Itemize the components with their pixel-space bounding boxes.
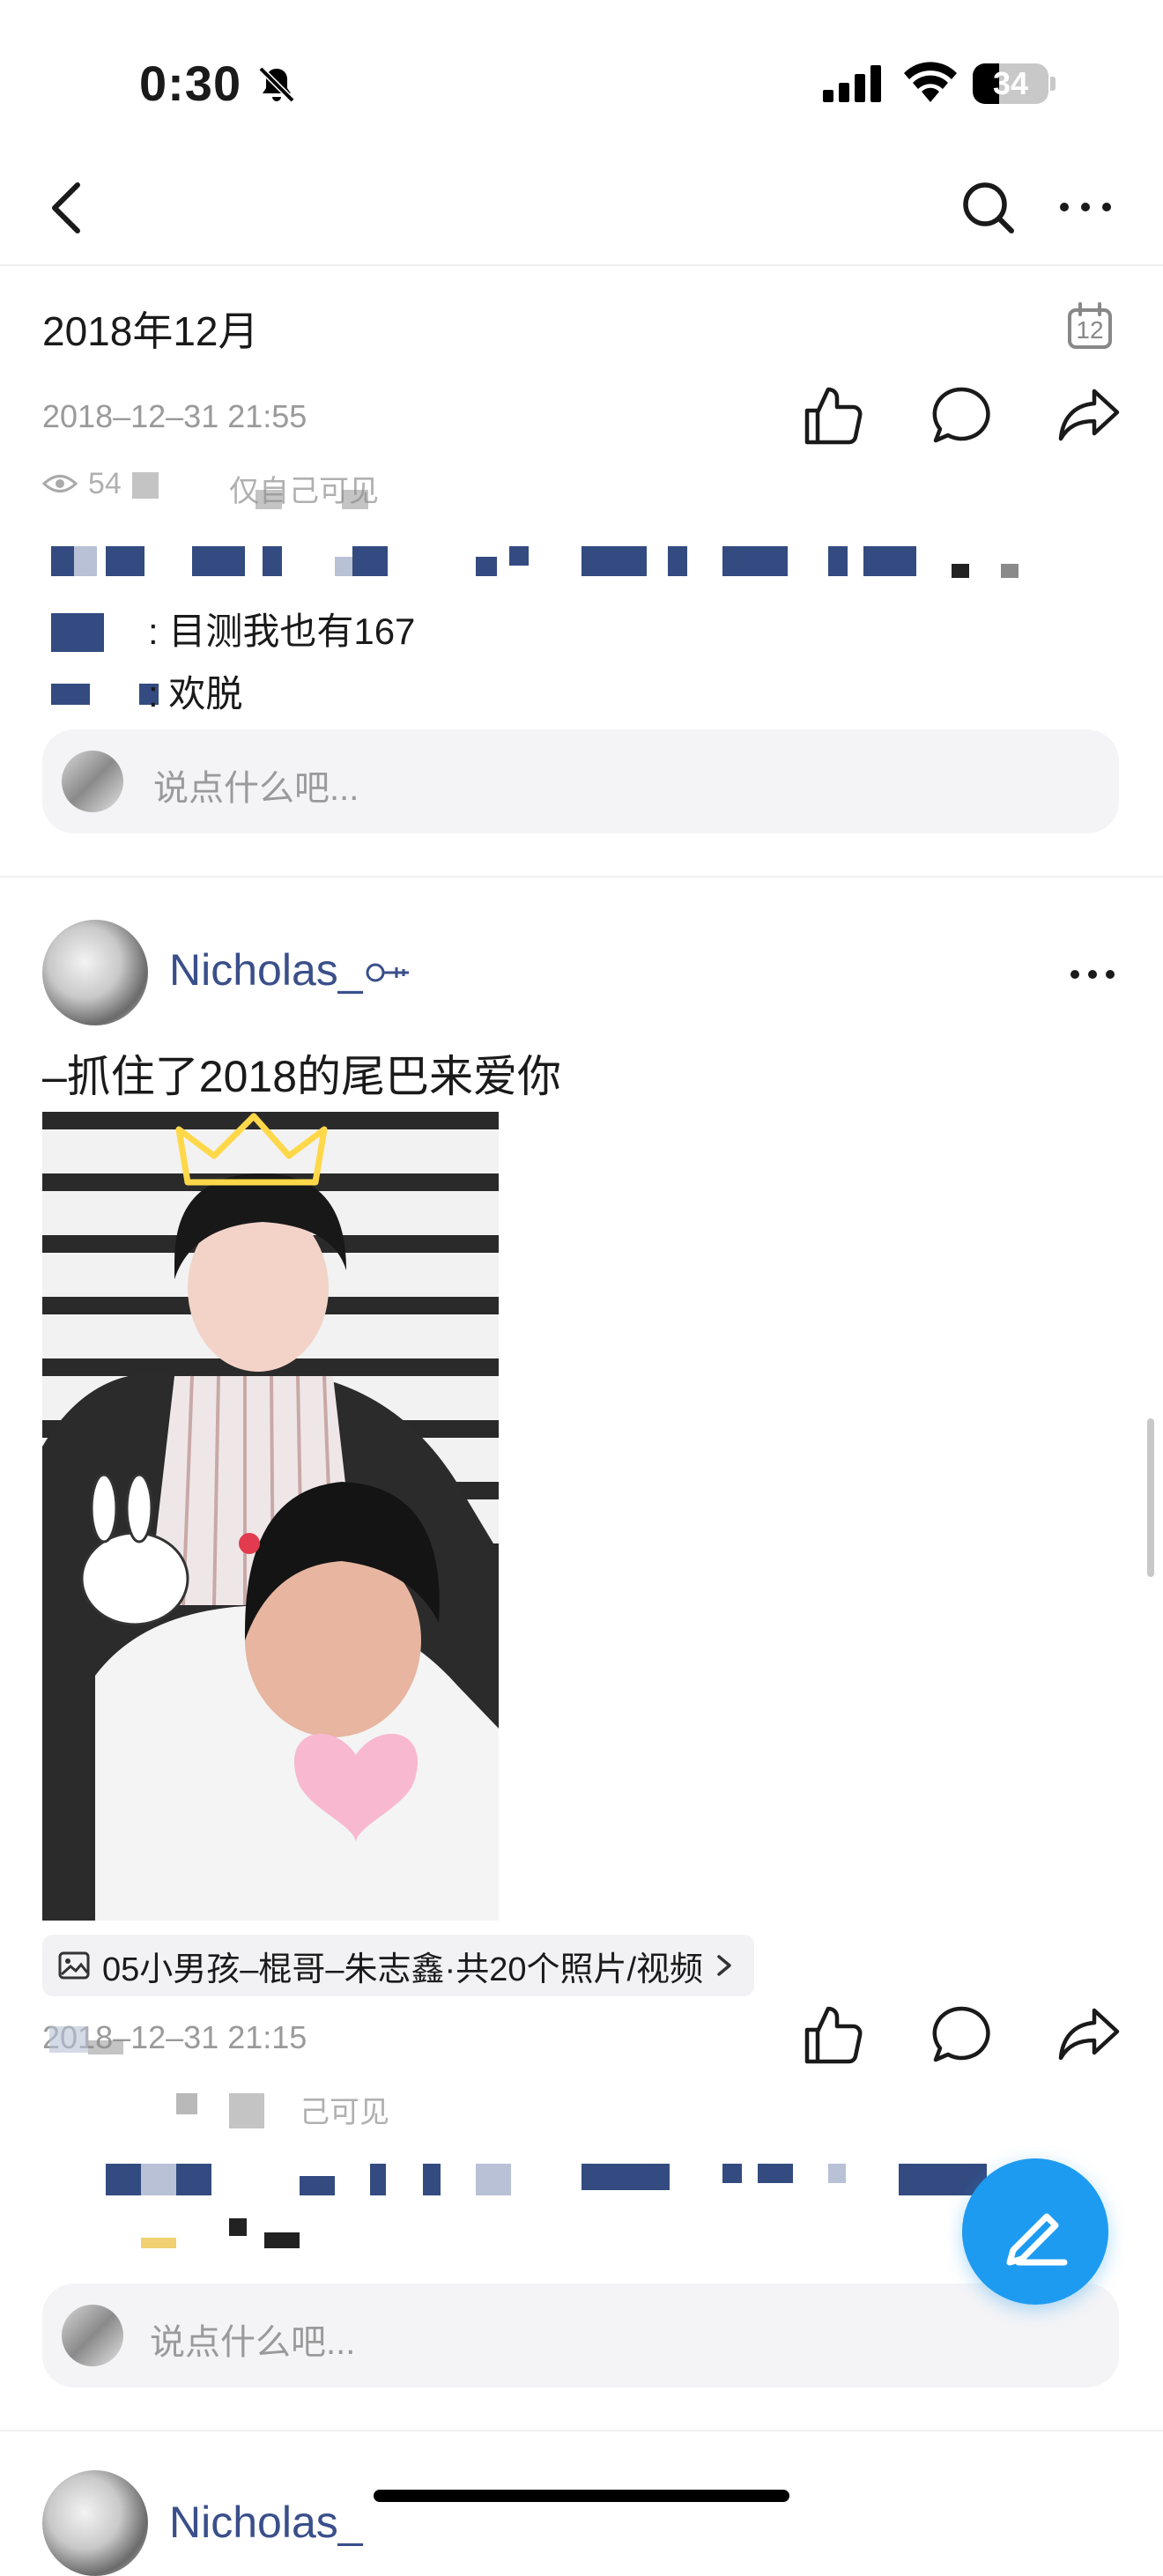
bell-muted-icon bbox=[258, 66, 295, 103]
avatar[interactable] bbox=[42, 920, 148, 1025]
chevron-right-icon bbox=[717, 1955, 731, 1976]
photo-illustration bbox=[42, 1113, 499, 1921]
visibility-label: 己可见 bbox=[300, 2096, 389, 2129]
status-time: 0:30 bbox=[139, 56, 242, 111]
like-button[interactable] bbox=[798, 381, 869, 451]
post-photo[interactable] bbox=[42, 1112, 499, 1921]
nav-divider bbox=[0, 264, 1163, 266]
signal-icon bbox=[823, 65, 881, 102]
post-timestamp: 2018–12–31 21:55 bbox=[42, 398, 307, 434]
views-count: 54 bbox=[88, 467, 122, 500]
eye-icon bbox=[42, 475, 78, 492]
post-more-button[interactable] bbox=[1068, 964, 1117, 985]
comment-button[interactable] bbox=[927, 381, 997, 451]
scrollbar[interactable] bbox=[1147, 1418, 1154, 1577]
compose-button[interactable] bbox=[962, 2158, 1108, 2305]
post-divider bbox=[0, 876, 1163, 877]
avatar bbox=[62, 751, 123, 812]
calendar-button[interactable]: 12 bbox=[1066, 301, 1114, 351]
share-button[interactable] bbox=[1054, 381, 1124, 451]
home-indicator[interactable] bbox=[374, 2490, 789, 2502]
battery-icon: 34 bbox=[973, 63, 1056, 104]
calendar-day: 12 bbox=[1076, 316, 1104, 344]
post-divider bbox=[0, 2430, 1163, 2432]
badge-icon bbox=[366, 963, 409, 982]
comment-input[interactable]: 说点什么吧... bbox=[42, 729, 1119, 833]
post-text: –抓住了2018的尾巴来爱你 bbox=[42, 1052, 562, 1101]
comment-text: : 目测我也有167 bbox=[148, 611, 416, 652]
avatar bbox=[62, 2305, 123, 2366]
avatar[interactable] bbox=[42, 2470, 148, 2576]
pencil-icon bbox=[1006, 2213, 1068, 2266]
comment-button[interactable] bbox=[927, 2000, 997, 2070]
username[interactable]: Nicholas_ bbox=[169, 2497, 363, 2548]
comment-input[interactable]: 说点什么吧... bbox=[42, 2284, 1119, 2387]
image-icon bbox=[58, 1951, 90, 1980]
comment-placeholder: 说点什么吧... bbox=[150, 2323, 356, 2362]
album-label: 05小男孩–棍哥–朱志鑫·共20个照片/视频 bbox=[102, 1951, 704, 1988]
comment-text: : 欢脱 bbox=[148, 673, 243, 714]
search-button[interactable] bbox=[960, 176, 1017, 238]
month-label: 2018年12月 bbox=[42, 308, 259, 354]
battery-level: 34 bbox=[992, 65, 1029, 101]
share-button[interactable] bbox=[1054, 2000, 1124, 2070]
more-button[interactable] bbox=[1057, 194, 1114, 220]
album-link[interactable]: 05小男孩–棍哥–朱志鑫·共20个照片/视频 bbox=[42, 1935, 755, 1996]
username[interactable]: Nicholas_ bbox=[169, 944, 363, 996]
wifi-icon bbox=[904, 62, 957, 102]
back-button[interactable] bbox=[42, 173, 92, 243]
like-button[interactable] bbox=[798, 2000, 869, 2070]
comment-placeholder: 说点什么吧... bbox=[153, 769, 359, 808]
